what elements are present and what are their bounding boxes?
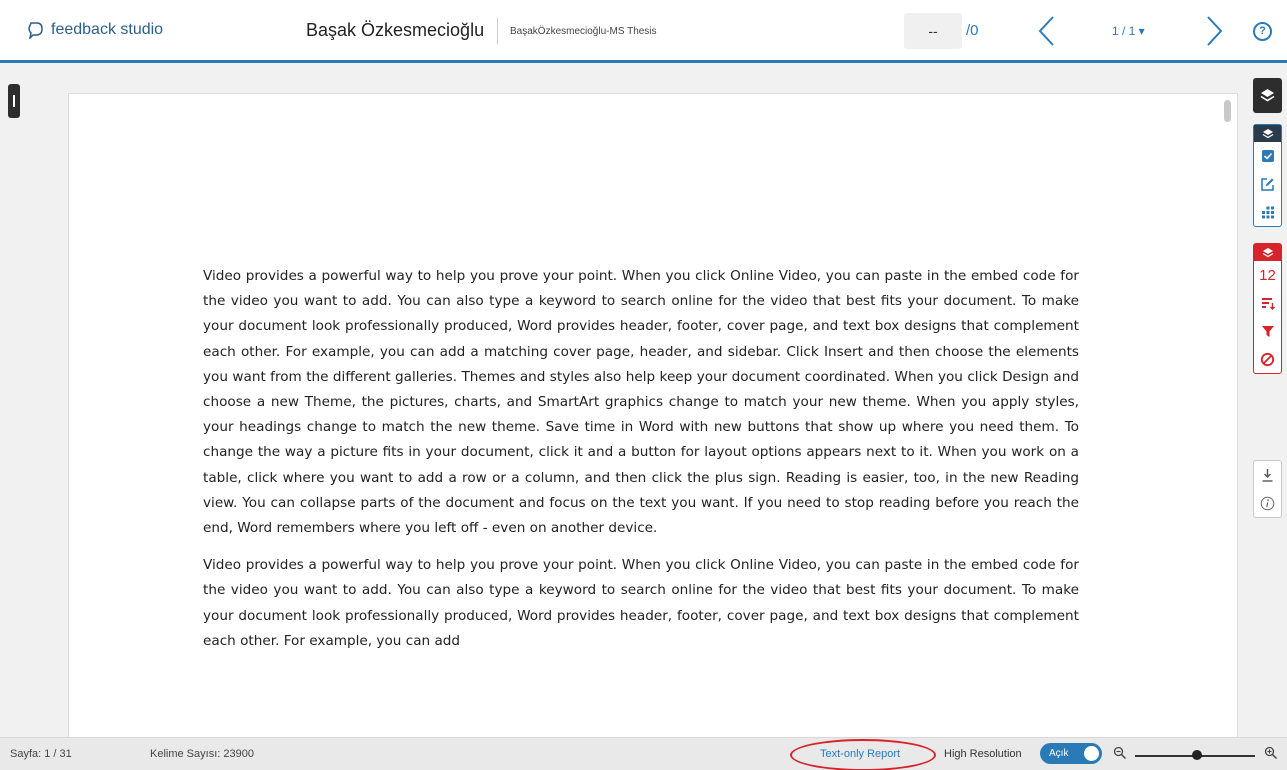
grading-layer-header[interactable]: [1254, 125, 1281, 142]
paper-title: BaşakÖzkesmecioğlu-MS Thesis: [510, 26, 657, 37]
document-text: Video provides a powerful way to help yo…: [203, 264, 1079, 666]
grading-tools-group: [1253, 124, 1282, 227]
toggle-knob: [1084, 746, 1099, 761]
chevron-right-icon: [1207, 16, 1223, 46]
layers-icon: [1262, 128, 1273, 138]
highlight-ellipse: [790, 739, 936, 770]
filter-icon: [1261, 326, 1274, 337]
document-tools-group: [1253, 460, 1282, 518]
document-paragraph: Video provides a powerful way to help yo…: [203, 268, 1079, 537]
quickmarks-button[interactable]: [1254, 142, 1281, 170]
previous-button[interactable]: [1036, 14, 1058, 53]
left-panel-toggle[interactable]: [8, 84, 20, 118]
zoom-in-button[interactable]: [1264, 746, 1278, 763]
page-indicator: Sayfa: 1 / 31: [10, 748, 72, 760]
sort-icon: [1261, 298, 1275, 310]
submission-info-button[interactable]: [1254, 489, 1281, 517]
document-page: Video provides a powerful way to help yo…: [68, 93, 1238, 743]
zoom-in-icon: [1264, 746, 1278, 760]
zoom-slider-handle[interactable]: [1192, 750, 1202, 760]
page-total: /0: [966, 22, 979, 39]
document-scrollbar[interactable]: [1224, 100, 1231, 720]
layers-icon: [1262, 247, 1273, 257]
exclude-icon: [1260, 352, 1275, 366]
brand-logo: feedback studio: [27, 21, 163, 39]
next-button[interactable]: [1203, 14, 1225, 53]
checkbox-icon: [1261, 150, 1274, 162]
high-resolution-label: High Resolution: [944, 748, 1022, 760]
chevron-left-icon: [1038, 16, 1054, 46]
similarity-layer-header[interactable]: [1254, 244, 1281, 261]
word-count: Kelime Sayısı: 23900: [150, 748, 254, 760]
feedback-studio-icon: [28, 22, 43, 39]
layers-button[interactable]: [1253, 78, 1282, 113]
top-bar: feedback studio Başak Özkesmecioğlu Başa…: [0, 0, 1287, 63]
zoom-out-icon: [1113, 746, 1127, 760]
edit-icon: [1261, 177, 1274, 191]
match-overview-button[interactable]: [1254, 289, 1281, 317]
high-resolution-toggle[interactable]: Açık: [1040, 743, 1102, 764]
header-divider: [497, 18, 498, 44]
similarity-score: 12: [1259, 266, 1276, 284]
rubric-button[interactable]: [1254, 198, 1281, 226]
student-name: Başak Özkesmecioğlu: [306, 20, 485, 40]
help-icon[interactable]: ?: [1253, 22, 1272, 41]
download-icon: [1262, 468, 1273, 482]
document-paragraph: Video provides a powerful way to help yo…: [203, 557, 1079, 649]
similarity-score-button[interactable]: 12: [1254, 261, 1281, 289]
status-bar: Sayfa: 1 / 31 Kelime Sayısı: 23900 Text-…: [0, 737, 1287, 770]
page-select[interactable]: 1 / 1 ▾: [1112, 24, 1145, 38]
download-button[interactable]: [1254, 461, 1281, 489]
toggle-state-label: Açık: [1049, 748, 1069, 759]
excluded-sources-button[interactable]: [1254, 345, 1281, 373]
layers-icon: [1260, 89, 1275, 102]
feedback-summary-button[interactable]: [1254, 170, 1281, 198]
page-input[interactable]: --: [904, 13, 962, 49]
brand-name: feedback studio: [51, 21, 164, 38]
grid-icon: [1261, 206, 1274, 219]
scroll-thumb[interactable]: [1224, 100, 1231, 122]
info-icon: [1260, 496, 1275, 510]
zoom-out-button[interactable]: [1113, 746, 1127, 763]
filter-button[interactable]: [1254, 317, 1281, 345]
similarity-tools-group: 12: [1253, 243, 1282, 374]
